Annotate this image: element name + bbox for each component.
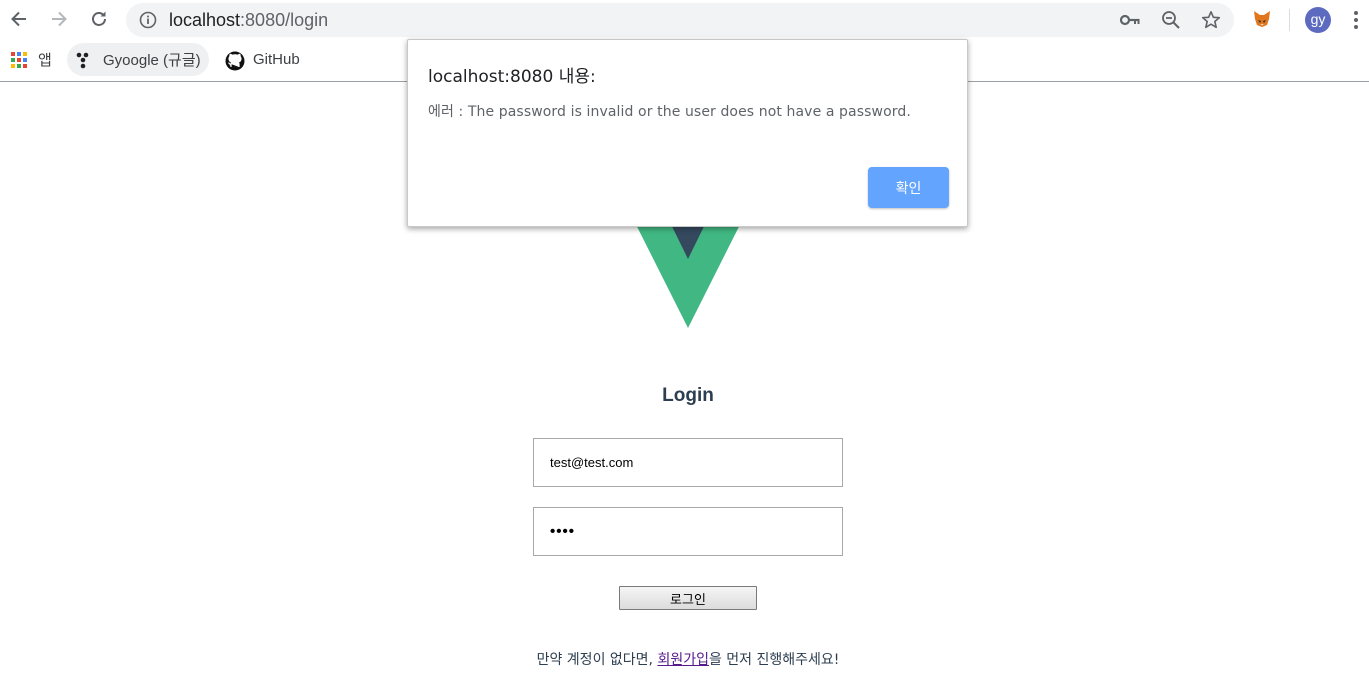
info-icon[interactable] xyxy=(138,10,158,30)
dialog-message: 에러 : The password is invalid or the user… xyxy=(428,104,911,120)
browser-toolbar: localhost:8080/login gy xyxy=(0,0,1369,40)
toolbar-divider xyxy=(1289,9,1290,31)
address-bar[interactable]: localhost:8080/login xyxy=(126,3,1234,37)
bookmark-label: Gyoogle (규글) xyxy=(103,52,201,69)
gyoogle-icon xyxy=(75,51,93,69)
page-title: Login xyxy=(662,385,714,406)
signup-prompt: 만약 계정이 없다면, 회원가입을 먼저 진행해주세요! xyxy=(0,649,1369,669)
back-icon[interactable] xyxy=(6,6,32,32)
email-input[interactable]: test@test.com xyxy=(533,438,843,487)
password-input[interactable]: •••• xyxy=(533,507,843,556)
bookmark-apps-label: 앱 xyxy=(38,52,52,69)
login-button[interactable]: 로그인 xyxy=(619,586,757,610)
metamask-fox-icon[interactable] xyxy=(1251,8,1273,30)
github-icon xyxy=(225,51,245,70)
signup-suffix: 을 먼저 진행해주세요! xyxy=(708,652,840,668)
profile-avatar[interactable]: gy xyxy=(1305,7,1331,33)
bookmark-label: GitHub xyxy=(253,51,300,68)
alert-dialog: localhost:8080 내용: 에러 : The password is … xyxy=(407,39,968,227)
forward-icon[interactable] xyxy=(46,6,72,32)
signup-link[interactable]: 회원가입 xyxy=(657,652,709,668)
bookmark-github[interactable]: GitHub xyxy=(225,43,300,76)
zoom-icon[interactable] xyxy=(1160,10,1182,30)
bookmark-gyoogle[interactable]: Gyoogle (규글) xyxy=(67,43,209,76)
bookmark-apps[interactable]: 앱 xyxy=(10,43,52,76)
dialog-ok-button[interactable]: 확인 xyxy=(868,167,949,208)
more-vert-icon[interactable] xyxy=(1346,8,1366,32)
star-icon[interactable] xyxy=(1200,10,1222,30)
reload-icon[interactable] xyxy=(86,6,112,32)
url-host: localhost xyxy=(169,10,241,30)
key-icon[interactable] xyxy=(1120,10,1142,30)
password-value: •••• xyxy=(550,523,576,540)
url-path: :8080/login xyxy=(240,10,329,30)
apps-grid-icon xyxy=(10,51,28,69)
email-value: test@test.com xyxy=(550,455,634,470)
url-text: localhost:8080/login xyxy=(169,9,328,31)
signup-prefix: 만약 계정이 없다면, xyxy=(536,652,658,668)
dialog-title: localhost:8080 내용: xyxy=(428,67,596,87)
